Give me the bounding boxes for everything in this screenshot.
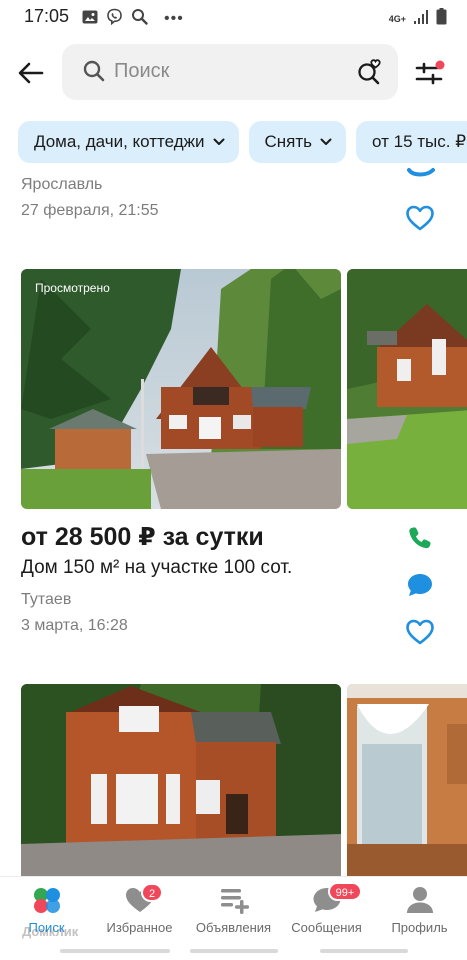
nav-ads[interactable]: Объявления (187, 877, 280, 947)
favorites-count-badge: 2 (141, 883, 163, 902)
arrow-left-icon (18, 62, 44, 84)
nav-label: Избранное (106, 920, 173, 935)
chip-deal-type[interactable]: Снять (248, 121, 347, 163)
system-nav-back[interactable] (320, 949, 408, 953)
add-listing-icon (220, 889, 249, 914)
listing-city: Тутаев (21, 591, 72, 608)
system-nav-home[interactable] (190, 949, 278, 953)
system-nav-recents[interactable] (60, 949, 170, 953)
listing-photo-main[interactable] (21, 684, 341, 876)
viber-icon (106, 8, 123, 30)
nav-label: Сообщения (291, 920, 362, 935)
saved-search-icon[interactable] (356, 57, 384, 92)
listing-price: от 28 500 ₽ за сутки (21, 523, 264, 551)
listing-date: 3 марта, 16:28 (21, 617, 128, 634)
listing-photo-main[interactable]: Просмотрено (21, 269, 341, 509)
nav-favorites[interactable]: 2 Избранное (93, 877, 186, 947)
search-status-icon (131, 8, 148, 30)
messages-count-badge: 99+ (328, 882, 362, 901)
filter-chips: Дома, дачи, коттеджи Снять от 15 тыс. ₽ (18, 121, 467, 163)
nav-label: Объявления (195, 920, 272, 935)
call-button[interactable] (405, 523, 435, 553)
chat-icon (408, 574, 432, 596)
search-placeholder: Поиск (114, 60, 170, 82)
search-tab-logo-icon (33, 888, 60, 913)
listing-description: Дом 150 м² на участке 100 сот. (21, 557, 293, 578)
chat-button[interactable] (405, 570, 435, 600)
more-notifications-icon: ••• (164, 10, 184, 27)
network-type: 4G+ (388, 13, 406, 24)
search-icon (82, 59, 106, 88)
back-button[interactable] (14, 56, 48, 90)
nav-profile[interactable]: Профиль (373, 877, 466, 947)
nav-messages[interactable]: 99+ Сообщения (280, 877, 373, 947)
gallery-icon (82, 10, 98, 29)
listings-feed[interactable]: Ярославль 27 февраля, 21:55 Просмотрено … (0, 166, 467, 876)
favorite-button[interactable] (405, 617, 435, 647)
listing-photo-secondary[interactable] (347, 269, 467, 509)
chip-label: от 15 тыс. ₽ (372, 132, 467, 151)
nav-search[interactable]: Поиск Домклик (0, 877, 93, 947)
nav-label: Профиль (391, 920, 448, 935)
watermark: Домклик (22, 924, 79, 939)
search-header: Поиск (0, 34, 467, 110)
battery-icon (436, 8, 447, 30)
status-time: 17:05 (24, 6, 70, 26)
app-screen: 17:05 ••• 4G+ Поиск Дома, дачи, коттеджи… (0, 0, 467, 960)
chip-label: Снять (264, 132, 313, 151)
listing-city: Ярославль (21, 176, 103, 193)
listing-photo-secondary[interactable] (347, 684, 467, 876)
chip-price[interactable]: от 15 тыс. ₽ (356, 121, 467, 163)
status-bar: 17:05 ••• 4G+ (0, 0, 467, 32)
status-notification-icons: ••• (82, 8, 184, 30)
listing-date: 27 февраля, 21:55 (21, 202, 159, 219)
heart-icon (406, 619, 434, 645)
search-field[interactable]: Поиск (62, 44, 398, 100)
chevron-down-icon (213, 138, 225, 145)
signal-icon (412, 9, 430, 30)
chip-property-type[interactable]: Дома, дачи, коттеджи (18, 121, 239, 163)
status-system-icons: 4G+ (389, 8, 447, 30)
chip-label: Дома, дачи, коттеджи (34, 132, 205, 151)
profile-icon (406, 887, 433, 913)
filter-button[interactable] (414, 58, 446, 88)
chat-icon[interactable] (407, 166, 435, 185)
chevron-down-icon (320, 138, 332, 145)
bottom-navigation: Поиск Домклик 2 Избранное Объявления 99+… (0, 876, 467, 960)
filter-sliders-icon (415, 60, 445, 85)
phone-icon (409, 527, 431, 549)
viewed-badge: Просмотрено (35, 281, 110, 295)
heart-icon[interactable] (405, 204, 435, 237)
